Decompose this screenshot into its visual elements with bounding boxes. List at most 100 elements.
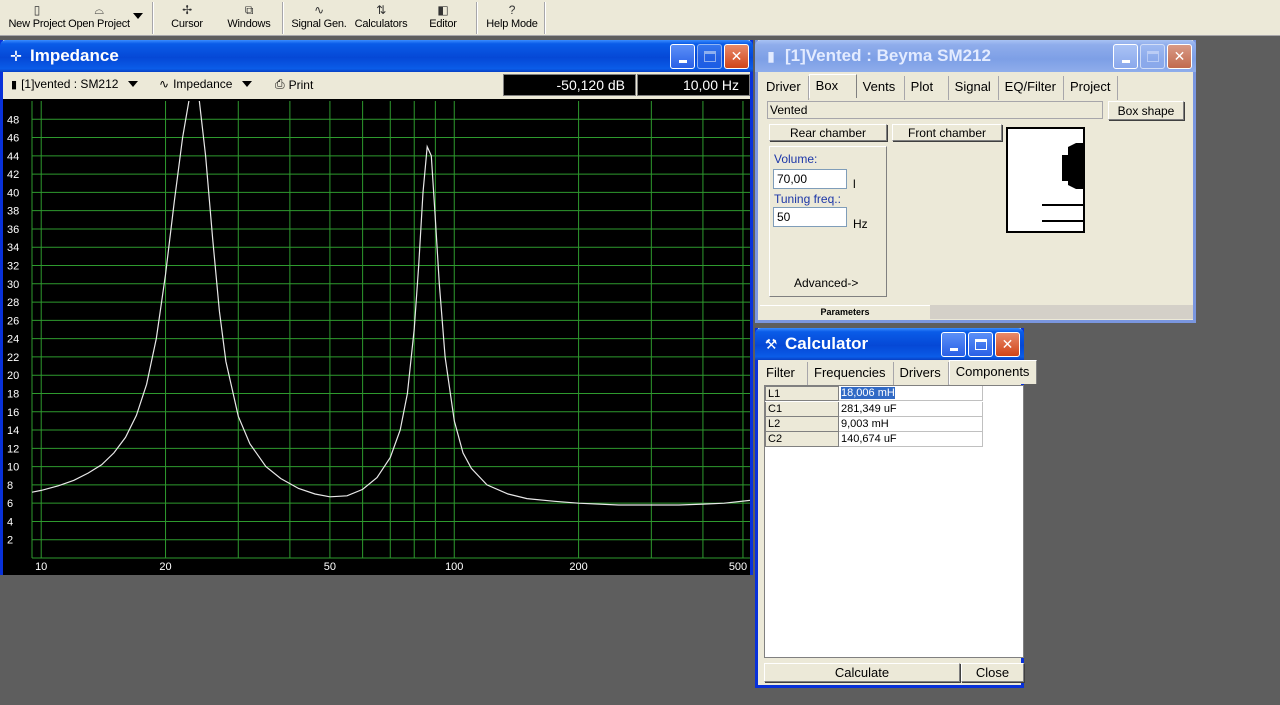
toolbar-separator — [544, 2, 546, 34]
tab-filter[interactable]: Filter — [760, 362, 808, 386]
calc-close-button[interactable]: Close — [961, 663, 1024, 682]
sine-wave-icon: ∿ — [314, 3, 324, 17]
tab-drivers[interactable]: Drivers — [893, 362, 949, 386]
y-tick-label: 14 — [7, 425, 19, 437]
tab-eq-filter[interactable]: EQ/Filter — [998, 76, 1064, 100]
component-value[interactable]: 18,006 mH — [839, 386, 983, 401]
hz-readout: 10,00 Hz — [637, 74, 750, 96]
volume-label: Volume: — [774, 152, 818, 166]
volume-input[interactable] — [773, 169, 847, 189]
maximize-button[interactable] — [1140, 44, 1165, 69]
minimize-icon — [949, 348, 958, 351]
vented-window-title: [1]Vented : Beyma SM212 — [785, 46, 991, 65]
calculator-titlebar[interactable]: ⚒ Calculator ✕ — [755, 328, 1024, 360]
components-grid: L1 18,006 mH C1 281,349 uF L2 9,003 mH C… — [764, 385, 1024, 658]
y-tick-label: 26 — [7, 315, 19, 327]
cursor-button[interactable]: ✢ Cursor — [164, 2, 210, 34]
box-shape-button[interactable]: Box shape — [1108, 101, 1184, 120]
new-document-icon: ▯ — [33, 3, 41, 17]
vent-top-line — [1042, 204, 1084, 206]
close-button[interactable]: ✕ — [995, 332, 1020, 357]
rear-chamber-button[interactable]: Rear chamber — [769, 124, 887, 141]
y-tick-label: 24 — [7, 334, 19, 346]
driver-silhouette-icon — [1068, 143, 1083, 189]
advanced-link[interactable]: Advanced-> — [794, 276, 858, 290]
calculate-button[interactable]: Calculate — [764, 663, 960, 682]
x-tick-label: 20 — [159, 561, 171, 573]
component-value[interactable]: 140,674 uF — [839, 432, 983, 447]
y-tick-label: 20 — [7, 370, 19, 382]
sine-wave-icon: ∿ — [159, 77, 170, 91]
close-button[interactable]: ✕ — [724, 44, 749, 69]
maximize-button[interactable] — [697, 44, 722, 69]
tuning-freq-label: Tuning freq.: — [774, 192, 841, 206]
y-tick-label: 8 — [7, 480, 13, 492]
y-tick-label: 40 — [7, 187, 19, 199]
help-mode-button[interactable]: ? Help Mode — [486, 2, 538, 34]
component-value[interactable]: 9,003 mH — [839, 417, 983, 432]
status-bar-filler — [930, 305, 1193, 319]
vent-bottom-line — [1042, 220, 1084, 222]
x-tick-label: 100 — [445, 561, 463, 573]
calculator-window: ⚒ Calculator ✕ Filter Frequencies Driver… — [755, 328, 1038, 688]
tab-box[interactable]: Box — [808, 74, 857, 98]
y-tick-label: 6 — [7, 498, 13, 510]
y-tick-label: 22 — [7, 352, 19, 364]
tab-plot[interactable]: Plot — [904, 76, 949, 100]
close-icon: ✕ — [730, 48, 743, 64]
tuning-freq-input[interactable] — [773, 207, 847, 227]
printer-icon: ⎙ — [275, 77, 285, 91]
minimize-icon — [1121, 60, 1130, 63]
signal-gen-button[interactable]: ∿ Signal Gen. — [291, 2, 346, 34]
minimize-button[interactable] — [1113, 44, 1138, 69]
toolbar-separator — [476, 2, 478, 34]
y-tick-label: 10 — [7, 462, 19, 474]
table-row[interactable]: C2 140,674 uF — [765, 432, 983, 447]
toolbar-separator — [152, 2, 154, 34]
maximize-button[interactable] — [968, 332, 993, 357]
db-readout: -50,120 dB — [503, 74, 636, 96]
y-tick-label: 16 — [7, 407, 19, 419]
cursor-crosshair-icon: ✢ — [182, 3, 192, 17]
close-button[interactable]: ✕ — [1167, 44, 1192, 69]
print-button[interactable]: ⎙ Print — [275, 77, 313, 92]
editor-button[interactable]: ◧ Editor — [420, 2, 466, 34]
calculators-button[interactable]: ⇅ Calculators — [354, 2, 408, 34]
maximize-icon — [703, 51, 716, 62]
speaker-icon: ▮ — [767, 47, 775, 64]
tab-vents[interactable]: Vents — [856, 76, 905, 100]
calculator-tabs: Filter Frequencies Drivers Components — [760, 360, 1038, 386]
view-select[interactable]: ∿ Impedance — [159, 77, 253, 91]
tab-signal[interactable]: Signal — [948, 76, 999, 100]
new-project-button[interactable]: ▯ New Project — [8, 2, 66, 34]
table-row[interactable]: L2 9,003 mH — [765, 417, 983, 432]
impedance-chart[interactable]: 2468101214161820222426283032343638404244… — [3, 99, 750, 575]
component-name: C2 — [765, 432, 839, 447]
y-tick-label: 30 — [7, 279, 19, 291]
table-row[interactable]: C1 281,349 uF — [765, 402, 983, 417]
maximize-icon — [1146, 51, 1159, 62]
open-folder-icon: ⌓ — [94, 3, 104, 17]
project-select[interactable]: ▮ [1]vented : SM212 — [11, 77, 139, 91]
tab-frequencies[interactable]: Frequencies — [808, 362, 894, 386]
tab-project[interactable]: Project — [1063, 76, 1119, 100]
impedance-titlebar[interactable]: ✛ Impedance ✕ — [0, 40, 753, 72]
x-tick-label: 200 — [569, 561, 587, 573]
parameters-status-tab[interactable]: Parameters — [760, 305, 930, 319]
y-tick-label: 32 — [7, 261, 19, 273]
x-tick-label: 10 — [35, 561, 47, 573]
open-project-dropdown-arrow[interactable] — [133, 13, 143, 19]
component-value[interactable]: 281,349 uF — [839, 402, 983, 417]
table-row[interactable]: L1 18,006 mH — [765, 386, 983, 401]
y-tick-label: 36 — [7, 224, 19, 236]
vented-titlebar[interactable]: ▮ [1]Vented : Beyma SM212 ✕ — [755, 40, 1196, 72]
minimize-button[interactable] — [941, 332, 966, 357]
front-chamber-button[interactable]: Front chamber — [892, 124, 1002, 141]
tab-driver[interactable]: Driver — [760, 76, 809, 100]
open-project-button[interactable]: ⌓ Open Project — [68, 2, 130, 34]
tab-components[interactable]: Components — [948, 360, 1038, 384]
minimize-button[interactable] — [670, 44, 695, 69]
y-tick-label: 18 — [7, 388, 19, 400]
calculator-icon: ⇅ — [376, 3, 386, 17]
windows-button[interactable]: ⧉ Windows — [224, 2, 274, 34]
